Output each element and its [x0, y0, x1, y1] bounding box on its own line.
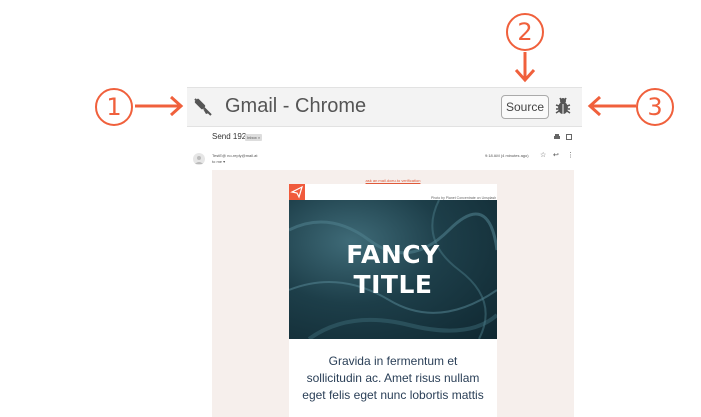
callout-2-arrow	[514, 52, 536, 83]
callout-3-arrow	[587, 95, 636, 117]
inbox-badge[interactable]: Inbox ×	[245, 134, 263, 141]
callout-1: 1	[95, 88, 133, 126]
open-new-window-icon[interactable]	[566, 134, 572, 140]
avatar	[193, 153, 205, 165]
tools-off-icon[interactable]	[193, 97, 213, 117]
bug-icon[interactable]	[553, 96, 573, 116]
callout-1-arrow	[135, 95, 184, 117]
more-icon[interactable]: ⋮	[567, 151, 574, 159]
reply-icon[interactable]: ↩	[553, 151, 559, 159]
hero-image: FANCY TITLE	[289, 200, 497, 339]
timestamp: 9:18 AM (4 minutes ago)	[485, 153, 529, 158]
print-icon[interactable]	[554, 134, 560, 140]
email-body-text: Gravida in fermentum et sollicitudin ac.…	[289, 353, 497, 404]
view-in-browser-link[interactable]: ask an mail.doeu.to verification	[212, 178, 574, 183]
window-header: Gmail - Chrome Source	[187, 87, 582, 127]
email-subject: Send 192	[212, 132, 247, 141]
hero-title: FANCY TITLE	[346, 240, 440, 299]
sender: TestE@ no-reply@mail.at	[212, 153, 258, 158]
body-line: eget felis eget nunc lobortis mattis	[302, 388, 484, 402]
callout-2: 2	[506, 13, 544, 51]
recipient[interactable]: to me ▾	[212, 159, 225, 164]
source-button[interactable]: Source	[501, 95, 550, 119]
body-line: sollicitudin ac. Amet risus nullam	[306, 371, 480, 385]
body-line: Gravida in fermentum et	[328, 354, 458, 368]
window-title: Gmail - Chrome	[225, 95, 367, 117]
callout-3: 3	[636, 88, 674, 126]
star-icon[interactable]: ☆	[540, 151, 546, 159]
paper-plane-icon	[289, 184, 305, 200]
